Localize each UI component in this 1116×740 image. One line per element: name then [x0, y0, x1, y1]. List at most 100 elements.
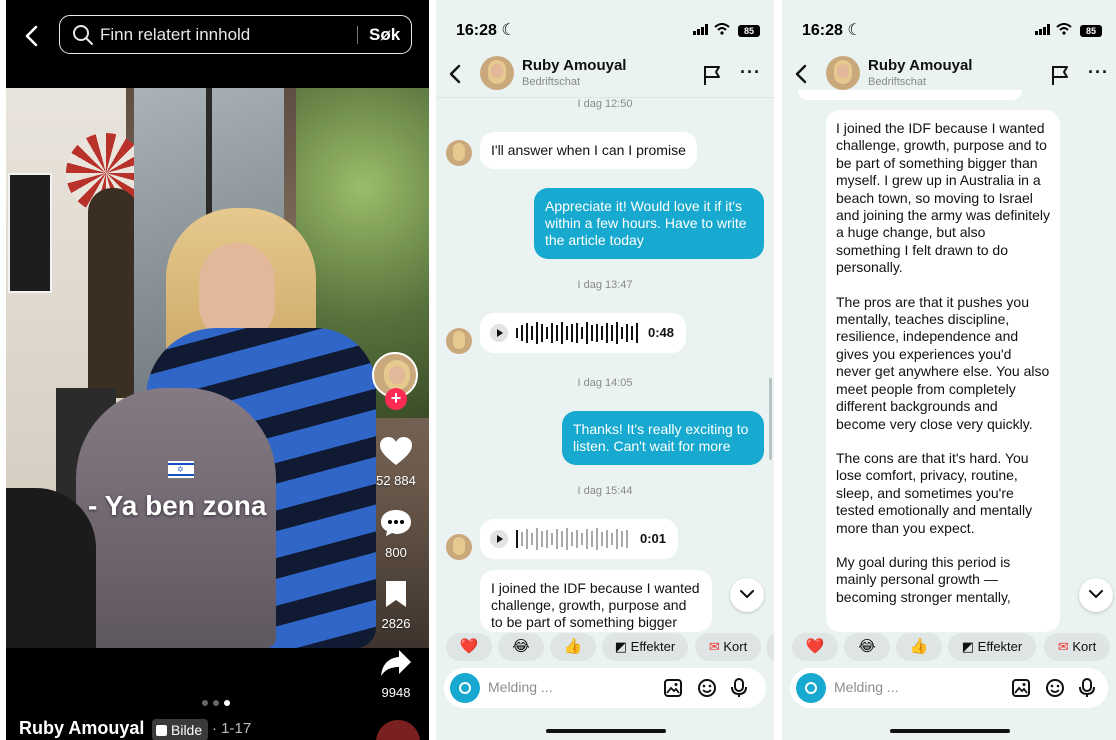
- incoming-message[interactable]: I'll answer when I can I promise: [480, 132, 697, 169]
- effects-icon: ◩: [961, 639, 975, 654]
- effects-button[interactable]: ◩ Effekter: [948, 633, 1036, 661]
- effects-button[interactable]: ◩ Effekter: [602, 633, 688, 661]
- share-action[interactable]: 9948: [372, 648, 420, 700]
- voice-duration: 0:48: [648, 325, 675, 340]
- more-options-icon[interactable]: ···: [1088, 62, 1109, 83]
- thumbs-up-emoji-icon: 👍: [563, 638, 583, 655]
- sender-avatar: [446, 140, 472, 166]
- like-count: 52 884: [376, 473, 416, 488]
- home-indicator: [890, 729, 1010, 733]
- timestamp: I dag 15:44: [577, 485, 633, 497]
- search-button[interactable]: Søk: [369, 25, 400, 45]
- reaction-thumbs-up[interactable]: 👍: [550, 633, 596, 661]
- microphone-icon[interactable]: [1079, 678, 1095, 698]
- contact-name[interactable]: Ruby Amouyal: [868, 57, 972, 74]
- timestamp: I dag 14:05: [577, 377, 633, 389]
- laugh-emoji-icon: 😂: [858, 638, 876, 655]
- cards-button[interactable]: ✉ Kort: [695, 633, 761, 661]
- chat-screen-right: 16:28 ☾ 85 Ruby Amouyal Bedriftschat ···…: [782, 0, 1116, 740]
- reaction-laugh[interactable]: 😂: [844, 633, 890, 661]
- message-input[interactable]: Melding ...: [488, 679, 553, 695]
- cards-label: Kort: [723, 639, 748, 654]
- follow-plus-button[interactable]: +: [385, 388, 407, 410]
- back-arrow-icon[interactable]: [794, 64, 808, 84]
- outgoing-message[interactable]: Thanks! It's really exciting to listen. …: [562, 411, 764, 465]
- battery-icon: 85: [1080, 24, 1102, 37]
- carousel-dot[interactable]: [202, 700, 208, 706]
- more-options-icon[interactable]: ···: [740, 62, 761, 83]
- camera-icon[interactable]: [796, 673, 826, 703]
- music-disc-icon[interactable]: [376, 720, 420, 740]
- cards-icon: ✉: [1057, 639, 1069, 654]
- chat-header: Ruby Amouyal Bedriftschat ···: [436, 50, 774, 98]
- signal-icon: [1035, 24, 1051, 35]
- scrollbar[interactable]: [769, 378, 772, 460]
- wifi-icon: [713, 23, 730, 35]
- sticker-icon[interactable]: [697, 678, 717, 698]
- status-bar: 16:28 ☾ 85: [436, 0, 774, 50]
- reaction-thumbs-up[interactable]: 👍: [896, 633, 942, 661]
- contact-name[interactable]: Ruby Amouyal: [522, 57, 626, 74]
- incoming-message[interactable]: I joined the IDF because I wanted challe…: [480, 570, 712, 632]
- message-composer[interactable]: Melding ...: [444, 668, 766, 708]
- reaction-heart[interactable]: ❤️: [446, 633, 492, 661]
- status-time: 16:28 ☾: [802, 22, 862, 39]
- quick-reactions: ❤️ 😂 👍 ◩ Effekter ✉ Kort: [436, 633, 774, 663]
- back-arrow-icon[interactable]: [448, 64, 462, 84]
- scroll-down-button[interactable]: [730, 578, 764, 612]
- save-count: 2826: [381, 616, 411, 631]
- thumbs-up-emoji-icon: 👍: [909, 638, 929, 655]
- like-action[interactable]: 52 884: [372, 436, 420, 488]
- signal-icon: [693, 24, 709, 35]
- shadow-bottom: [6, 488, 96, 648]
- message-paragraph: The pros are that it pushes you mentally…: [836, 293, 1050, 432]
- save-action[interactable]: 2826: [372, 579, 420, 631]
- play-icon[interactable]: [490, 530, 508, 548]
- carousel-dot[interactable]: [213, 700, 219, 706]
- page-info: · 1-17: [212, 720, 252, 737]
- comment-action[interactable]: 800: [372, 508, 420, 560]
- search-input[interactable]: Finn relatert innhold: [100, 25, 250, 45]
- reaction-laugh[interactable]: 😂: [498, 633, 544, 661]
- message-composer[interactable]: Melding ...: [790, 668, 1108, 708]
- contact-subtitle: Bedriftschat: [522, 76, 581, 88]
- cards-icon: ✉: [708, 639, 720, 654]
- microphone-icon[interactable]: [731, 678, 747, 698]
- report-flag-icon[interactable]: [1050, 64, 1070, 86]
- timestamp: I dag 13:47: [577, 279, 633, 291]
- scroll-down-button[interactable]: [1079, 578, 1113, 612]
- camera-icon[interactable]: [450, 673, 480, 703]
- message-paragraph: I joined the IDF because I wanted challe…: [836, 120, 1051, 276]
- carousel-dot-active[interactable]: [224, 700, 230, 706]
- voice-message[interactable]: 0:01: [480, 519, 678, 559]
- video-topbar: Finn relatert innhold Søk: [6, 0, 429, 88]
- chat-screen-left: 16:28 ☾ 85 Ruby Amouyal Bedriftschat ···…: [436, 0, 774, 740]
- contact-avatar[interactable]: [480, 56, 514, 90]
- previous-message-edge: [798, 90, 1022, 100]
- back-arrow-icon[interactable]: [20, 24, 44, 48]
- quick-reactions: ❤️ 😂 👍 ◩ Effekter ✉ Kort: [782, 633, 1116, 663]
- search-field[interactable]: Finn relatert innhold Søk: [59, 15, 412, 54]
- author-name[interactable]: Ruby Amouyal: [19, 718, 144, 739]
- incoming-long-message[interactable]: I joined the IDF because I wanted challe…: [826, 110, 1060, 632]
- heart-emoji-icon: ❤️: [805, 638, 825, 655]
- video-photo[interactable]: [6, 88, 429, 648]
- media-type-label: Bilde: [171, 722, 203, 738]
- bookmark-icon: [386, 581, 406, 607]
- cards-button[interactable]: ✉ Kort: [1044, 633, 1110, 661]
- gallery-icon[interactable]: [1011, 678, 1031, 698]
- waveform-icon: [516, 528, 628, 550]
- play-icon[interactable]: [490, 324, 508, 342]
- more-reactions[interactable]: [767, 633, 774, 661]
- poster: [8, 173, 52, 293]
- gallery-icon[interactable]: [663, 678, 683, 698]
- effects-label: Effekter: [630, 639, 676, 654]
- report-flag-icon[interactable]: [702, 64, 722, 86]
- contact-avatar[interactable]: [826, 56, 860, 90]
- voice-message[interactable]: 0:48: [480, 313, 686, 353]
- battery-icon: 85: [738, 24, 760, 37]
- sticker-icon[interactable]: [1045, 678, 1065, 698]
- outgoing-message[interactable]: Appreciate it! Would love it if it's wit…: [534, 188, 764, 259]
- reaction-heart[interactable]: ❤️: [792, 633, 838, 661]
- message-input[interactable]: Melding ...: [834, 679, 899, 695]
